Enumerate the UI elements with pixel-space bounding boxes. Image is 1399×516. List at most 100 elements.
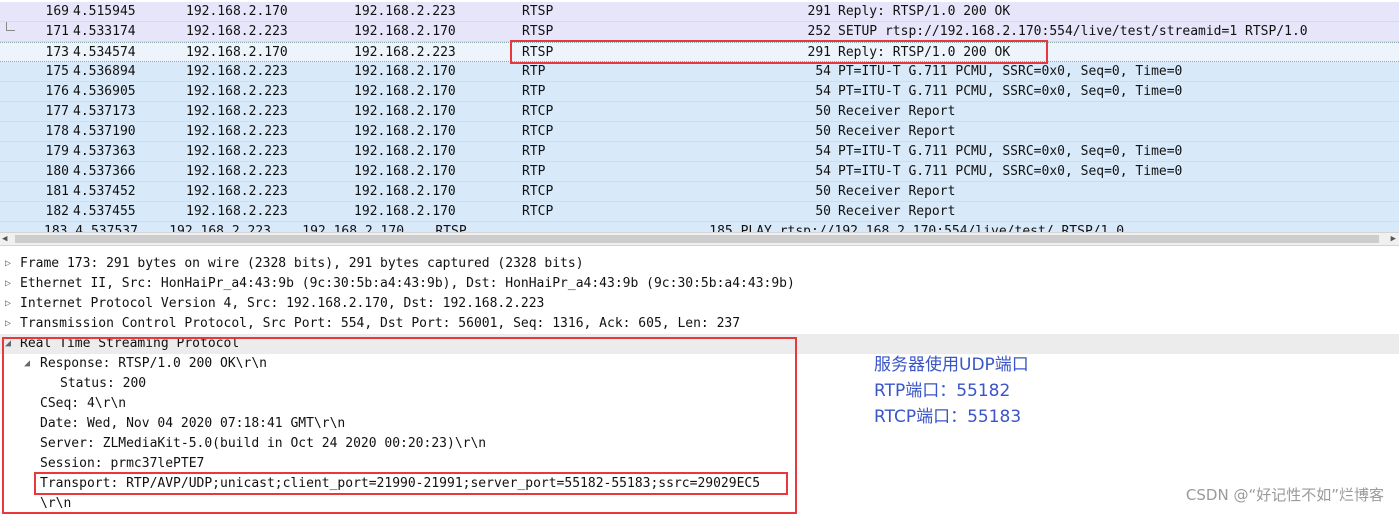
packet-cell-time: 4.537452: [73, 184, 136, 199]
packet-cell-len: 50: [815, 204, 831, 219]
packet-cell-info: PT=ITU-T G.711 PCMU, SSRC=0x0, Seq=0, Ti…: [838, 84, 1183, 99]
packet-row[interactable]: 178 4.537190 192.168.2.223 192.168.2.170 RTC…: [0, 122, 1399, 142]
tree-item-label: Transmission Control Protocol, Src Port:…: [20, 316, 741, 331]
packet-row[interactable]: 177 4.537173 192.168.2.223 192.168.2.170 RTC…: [0, 102, 1399, 122]
packet-cell-proto: RTCP: [522, 204, 554, 219]
note-line-1: 服务器使用UDP端口: [874, 355, 1029, 375]
packet-cell-no: 181: [45, 184, 69, 199]
tree-item-ip[interactable]: ▷ Internet Protocol Version 4, Src: 192.…: [0, 294, 1399, 314]
packet-cell-proto: RTP: [522, 64, 546, 79]
packet-cell-dst: 192.168.2.170: [354, 164, 456, 179]
packet-cell-dst: 192.168.2.170: [354, 84, 456, 99]
packet-cell-src: 192.168.2.223: [186, 84, 288, 99]
packet-cell-no: 175: [45, 64, 69, 79]
note-line-3: RTCP端口：55183: [874, 407, 1022, 427]
expand-icon[interactable]: ▷: [5, 274, 11, 294]
packet-cell-info: PT=ITU-T G.711 PCMU, SSRC=0x0, Seq=0, Ti…: [838, 64, 1183, 79]
packet-cell-time: 4.537363: [73, 144, 136, 159]
packet-row[interactable]: 181 4.537452 192.168.2.223 192.168.2.170 RTC…: [0, 182, 1399, 202]
packet-cell-no: 180: [45, 164, 69, 179]
packet-cell-len: 50: [815, 124, 831, 139]
scroll-right-icon[interactable]: ▶: [1391, 234, 1396, 244]
annotation-note: 服务器使用UDP端口 RTP端口：55182 RTCP端口：55183: [874, 352, 1029, 430]
packet-row-partial-text: 183 4.537537 192.168.2.223 192.168.2.170…: [44, 224, 1125, 232]
tree-item-label: Ethernet II, Src: HonHaiPr_a4:43:9b (9c:…: [20, 276, 795, 291]
packet-cell-proto: RTP: [522, 164, 546, 179]
packet-row[interactable]: 176 4.536905 192.168.2.223 192.168.2.170 RTP…: [0, 82, 1399, 102]
packet-cell-no: 179: [45, 144, 69, 159]
packet-cell-dst: 192.168.2.170: [354, 184, 456, 199]
packet-cell-time: 4.537366: [73, 164, 136, 179]
tree-item-label: Frame 173: 291 bytes on wire (2328 bits)…: [20, 256, 584, 271]
packet-cell-src: 192.168.2.223: [186, 104, 288, 119]
packet-cell-no: 182: [45, 204, 69, 219]
packet-row[interactable]: 182 4.537455 192.168.2.223 192.168.2.170 RTC…: [0, 202, 1399, 222]
packet-cell-src: 192.168.2.223: [186, 124, 288, 139]
packet-cell-time: 4.537173: [73, 104, 136, 119]
packet-cell-info: Receiver Report: [838, 104, 956, 119]
packet-cell-dst: 192.168.2.223: [354, 4, 456, 19]
packet-cell-src: 192.168.2.223: [186, 24, 288, 39]
packet-row[interactable]: 175 4.536894 192.168.2.223 192.168.2.170 RTP…: [0, 62, 1399, 82]
packet-cell-len: 50: [815, 104, 831, 119]
packet-cell-no: 171: [45, 24, 69, 39]
packet-cell-src: 192.168.2.223: [186, 184, 288, 199]
packet-cell-proto: RTSP: [522, 4, 554, 19]
packet-cell-info: SETUP rtsp://192.168.2.170:554/live/test…: [838, 24, 1308, 39]
packet-cell-src: 192.168.2.223: [186, 64, 288, 79]
expand-icon[interactable]: ▷: [5, 294, 11, 314]
packet-cell-dst: 192.168.2.170: [354, 24, 456, 39]
packet-cell-info: Receiver Report: [838, 204, 956, 219]
tree-item-label: Internet Protocol Version 4, Src: 192.16…: [20, 296, 545, 311]
packet-cell-time: 4.537190: [73, 124, 136, 139]
watermark: CSDN @“好记性不如”烂博客: [1185, 486, 1384, 504]
packet-cell-dst: 192.168.2.170: [354, 144, 456, 159]
packet-row[interactable]: 180 4.537366 192.168.2.223 192.168.2.170 RTP…: [0, 162, 1399, 182]
packet-cell-dst: 192.168.2.223: [354, 45, 456, 60]
expand-icon[interactable]: ▷: [5, 254, 11, 274]
packet-cell-src: 192.168.2.223: [186, 164, 288, 179]
packet-row[interactable]: 171 4.533174 192.168.2.223 192.168.2.170 RTS…: [0, 22, 1399, 42]
packet-cell-src: 192.168.2.170: [186, 45, 288, 60]
packet-cell-proto: RTP: [522, 144, 546, 159]
packet-cell-dst: 192.168.2.170: [354, 124, 456, 139]
packet-cell-len: 54: [815, 84, 831, 99]
highlight-box-reply: [510, 40, 1048, 64]
packet-cell-proto: RTSP: [522, 24, 554, 39]
packet-cell-len: 291: [807, 4, 831, 19]
tree-item-ethernet[interactable]: ▷ Ethernet II, Src: HonHaiPr_a4:43:9b (9…: [0, 274, 1399, 294]
packet-cell-src: 192.168.2.170: [186, 4, 288, 19]
packet-cell-info: Receiver Report: [838, 124, 956, 139]
packet-cell-info: PT=ITU-T G.711 PCMU, SSRC=0x0, Seq=0, Ti…: [838, 144, 1183, 159]
packet-cell-no: 173: [45, 45, 69, 60]
packet-cell-info: PT=ITU-T G.711 PCMU, SSRC=0x0, Seq=0, Ti…: [838, 164, 1183, 179]
packet-list[interactable]: 169 4.515945 192.168.2.170 192.168.2.223 RTS…: [0, 0, 1399, 232]
packet-cell-proto: RTP: [522, 84, 546, 99]
packet-cell-no: 178: [45, 124, 69, 139]
packet-cell-time: 4.533174: [73, 24, 136, 39]
packet-cell-proto: RTCP: [522, 104, 554, 119]
packet-row[interactable]: 169 4.515945 192.168.2.170 192.168.2.223 RTS…: [0, 2, 1399, 22]
packet-cell-time: 4.515945: [73, 4, 136, 19]
scrollbar-thumb[interactable]: [15, 235, 1379, 243]
packet-cell-no: 176: [45, 84, 69, 99]
packet-cell-time: 4.537455: [73, 204, 136, 219]
packet-cell-time: 4.536894: [73, 64, 136, 79]
expand-icon[interactable]: ▷: [5, 314, 11, 334]
packet-row[interactable]: 179 4.537363 192.168.2.223 192.168.2.170 RTP…: [0, 142, 1399, 162]
tree-item-tcp[interactable]: ▷ Transmission Control Protocol, Src Por…: [0, 314, 1399, 334]
packet-cell-info: Reply: RTSP/1.0 200 OK: [838, 4, 1011, 19]
tree-item-frame[interactable]: ▷ Frame 173: 291 bytes on wire (2328 bit…: [0, 254, 1399, 274]
note-line-2: RTP端口：55182: [874, 381, 1011, 401]
packet-cell-len: 54: [815, 144, 831, 159]
packet-cell-time: 4.536905: [73, 84, 136, 99]
packet-cell-src: 192.168.2.223: [186, 144, 288, 159]
packet-row-partial[interactable]: 183 4.537537 192.168.2.223 192.168.2.170…: [0, 222, 1399, 232]
packet-cell-src: 192.168.2.223: [186, 204, 288, 219]
packet-cell-no: 177: [45, 104, 69, 119]
packet-cell-time: 4.534574: [73, 45, 136, 60]
packet-cell-len: 54: [815, 64, 831, 79]
packet-cell-dst: 192.168.2.170: [354, 204, 456, 219]
horizontal-scrollbar[interactable]: ◀ ▶: [0, 232, 1399, 246]
scroll-left-icon[interactable]: ◀: [2, 234, 7, 244]
